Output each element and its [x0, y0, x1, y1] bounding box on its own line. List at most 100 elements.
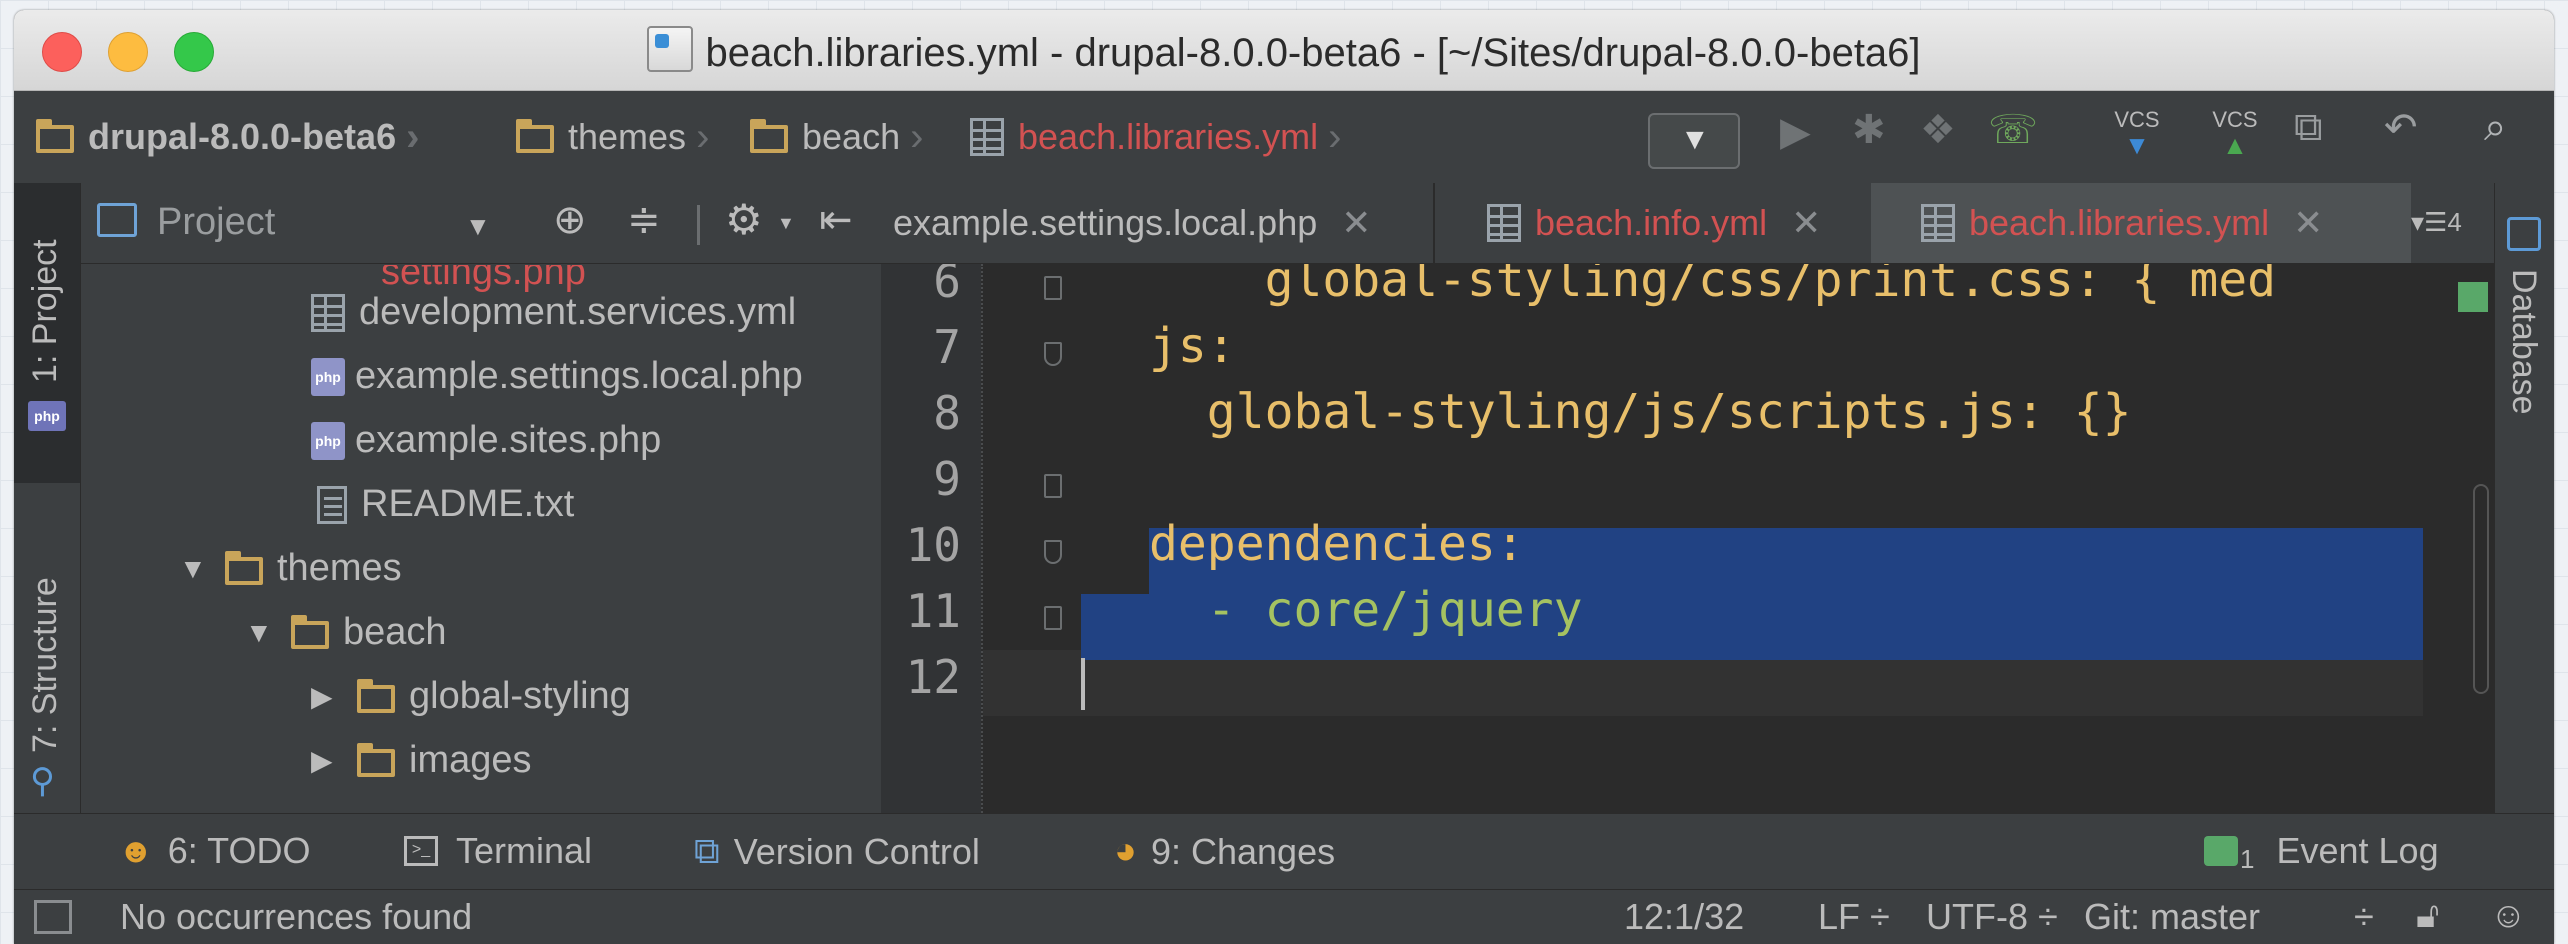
line-number: 8	[933, 386, 961, 440]
tool-label: Event Log	[2276, 830, 2439, 871]
project-view-selector[interactable]: Project	[157, 201, 275, 244]
gear-icon[interactable]: ⚙	[725, 195, 763, 244]
event-log-count: 1	[2240, 843, 2255, 874]
lock-icon[interactable]: 🔓︎	[2416, 894, 2439, 937]
fold-marker-icon[interactable]	[1044, 606, 1062, 630]
revert-icon[interactable]: ↶	[2384, 105, 2418, 151]
chevron-down-icon[interactable]: ▼	[777, 213, 795, 234]
breadcrumb-label: drupal-8.0.0-beta6	[88, 116, 397, 157]
vcs-commit-button[interactable]: VCS ▲	[2210, 107, 2260, 158]
code-editor[interactable]: 6 7 8 9 10 11 12 global-styling/css/prin…	[881, 264, 2494, 813]
tree-item-beach[interactable]: ▼ beach	[245, 611, 447, 654]
chevron-right-icon: ›	[1328, 114, 1342, 159]
collapse-all-icon[interactable]: ≑	[627, 197, 661, 243]
tab-beach-info[interactable]: beach.info.yml ✕	[1487, 183, 1821, 263]
line-number: 12	[905, 650, 961, 704]
chevron-right-icon: ›	[696, 114, 710, 159]
tab-beach-libraries[interactable]: beach.libraries.yml ✕	[1921, 183, 2323, 263]
tab-project[interactable]: 1: Project php	[14, 183, 80, 483]
vcs-branch-arrow[interactable]: ÷	[2354, 896, 2374, 938]
expand-triangle-icon[interactable]: ▼	[179, 553, 207, 585]
code-line: global-styling/css/print.css: { med	[1149, 264, 2277, 308]
php-file-icon: php	[311, 357, 345, 396]
tree-item-development-services[interactable]: development.services.yml	[311, 291, 796, 334]
bottom-tool-bar: ☻ 6: TODO >_ Terminal ⧉ Version Control …	[14, 813, 2554, 890]
close-icon[interactable]: ✕	[1341, 202, 1371, 244]
chevron-down-icon: ▼	[1680, 123, 1710, 156]
yml-file-icon	[970, 118, 1004, 156]
expand-triangle-icon[interactable]: ▼	[245, 617, 273, 649]
yml-file-icon	[1487, 204, 1521, 242]
code-line: js:	[1149, 318, 1236, 374]
breadcrumb-themes[interactable]: themes ›	[516, 115, 709, 159]
folder-icon	[357, 678, 395, 713]
coverage-icon[interactable]: ❖	[1920, 107, 1956, 153]
arrow-down-icon: ▼	[2124, 130, 2150, 160]
fold-marker-icon[interactable]	[1044, 276, 1062, 300]
run-configuration-dropdown[interactable]: ▼	[1648, 113, 1740, 169]
tab-overflow-button[interactable]: ▾☰4	[2411, 207, 2462, 238]
close-icon[interactable]: ✕	[1791, 202, 1821, 244]
left-tool-strip: 1: Project php 7: Structure ⚲	[14, 183, 81, 813]
breadcrumb-label: beach	[802, 116, 901, 157]
tab-label: beach.info.yml	[1535, 202, 1768, 243]
encoding-selector[interactable]: UTF-8 ÷	[1926, 896, 2058, 938]
collapse-triangle-icon[interactable]: ▶	[311, 680, 335, 713]
fold-marker-icon[interactable]	[1044, 474, 1062, 498]
inspector-icon[interactable]: ☺	[2490, 894, 2527, 936]
folder-icon	[225, 550, 263, 585]
line-number: 7	[933, 320, 961, 374]
tool-terminal[interactable]: >_ Terminal	[404, 830, 592, 872]
code-line: global-styling/js/scripts.js: {}	[1149, 384, 2132, 440]
chevron-down-icon[interactable]: ▼	[465, 211, 491, 242]
window-title: beach.libraries.yml - drupal-8.0.0-beta6…	[14, 26, 2554, 76]
text-file-icon	[317, 485, 347, 524]
breadcrumb-project[interactable]: drupal-8.0.0-beta6 ›	[36, 115, 419, 159]
caret-position[interactable]: 12:1/32	[1624, 896, 1744, 938]
tool-label: Version Control	[733, 830, 980, 872]
search-icon[interactable]: ⌕	[2484, 105, 2506, 150]
tool-todo[interactable]: ☻ 6: TODO	[118, 830, 311, 872]
breadcrumb-file[interactable]: beach.libraries.yml ›	[970, 115, 1341, 159]
run-icon[interactable]: ▶	[1780, 109, 1811, 155]
scroll-from-source-icon[interactable]: ⊕	[553, 197, 587, 243]
project-panel-header: Project ▼ ⊕ ≑ ⚙ ▼ ⇤	[81, 183, 881, 264]
tab-divider	[1433, 183, 1435, 263]
listen-debug-connections-icon[interactable]: ☏	[1988, 107, 2038, 153]
tree-item-global-styling[interactable]: ▶ global-styling	[311, 675, 631, 718]
tool-changes[interactable]: ◕ 9: Changes	[1114, 830, 1335, 873]
vcs-update-button[interactable]: VCS ▼	[2112, 107, 2162, 160]
folder-icon	[357, 742, 395, 777]
line-separator-selector[interactable]: LF ÷	[1818, 896, 1890, 938]
tool-version-control[interactable]: ⧉ Version Control	[694, 830, 980, 873]
tool-event-log[interactable]: 1 Event Log	[2204, 830, 2439, 874]
tree-item-themes[interactable]: ▼ themes	[179, 547, 402, 590]
version-control-icon: ⧉	[694, 830, 720, 871]
code-line: dependencies:	[1149, 516, 1525, 572]
tab-database[interactable]: Database	[2495, 183, 2554, 443]
tree-item-label: example.sites.php	[355, 419, 662, 461]
tree-item-readme[interactable]: README.txt	[317, 483, 574, 526]
compare-icon[interactable]: ⧉	[2294, 105, 2323, 150]
editor-tab-bar: example.settings.local.php ✕ beach.info.…	[881, 183, 2494, 264]
debug-icon[interactable]: ✱	[1852, 107, 1886, 153]
yml-file-icon	[1921, 204, 1955, 242]
tab-structure[interactable]: 7: Structure ⚲	[14, 483, 80, 803]
tab-label: example.settings.local.php	[893, 202, 1318, 243]
right-tool-strip: Database	[2494, 183, 2554, 813]
tree-item-images[interactable]: ▶ images	[311, 739, 532, 782]
text-caret	[1081, 658, 1085, 710]
yml-file-icon	[311, 293, 345, 332]
tab-example-settings-local[interactable]: example.settings.local.php ✕	[893, 183, 1371, 263]
hide-panel-icon[interactable]: ⇤	[819, 197, 853, 243]
collapse-triangle-icon[interactable]: ▶	[311, 744, 335, 777]
breadcrumb-beach[interactable]: beach ›	[750, 115, 923, 159]
vcs-branch-selector[interactable]: Git: master	[2084, 896, 2260, 938]
tree-item-example-sites[interactable]: php example.sites.php	[311, 419, 661, 462]
close-icon[interactable]: ✕	[2293, 202, 2323, 244]
toggle-tool-windows-icon[interactable]	[34, 900, 72, 934]
fold-marker-icon[interactable]	[1044, 540, 1062, 564]
vertical-scrollbar[interactable]	[2473, 484, 2489, 694]
tree-item-example-settings-local[interactable]: php example.settings.local.php	[311, 355, 803, 398]
fold-marker-icon[interactable]	[1044, 342, 1062, 366]
